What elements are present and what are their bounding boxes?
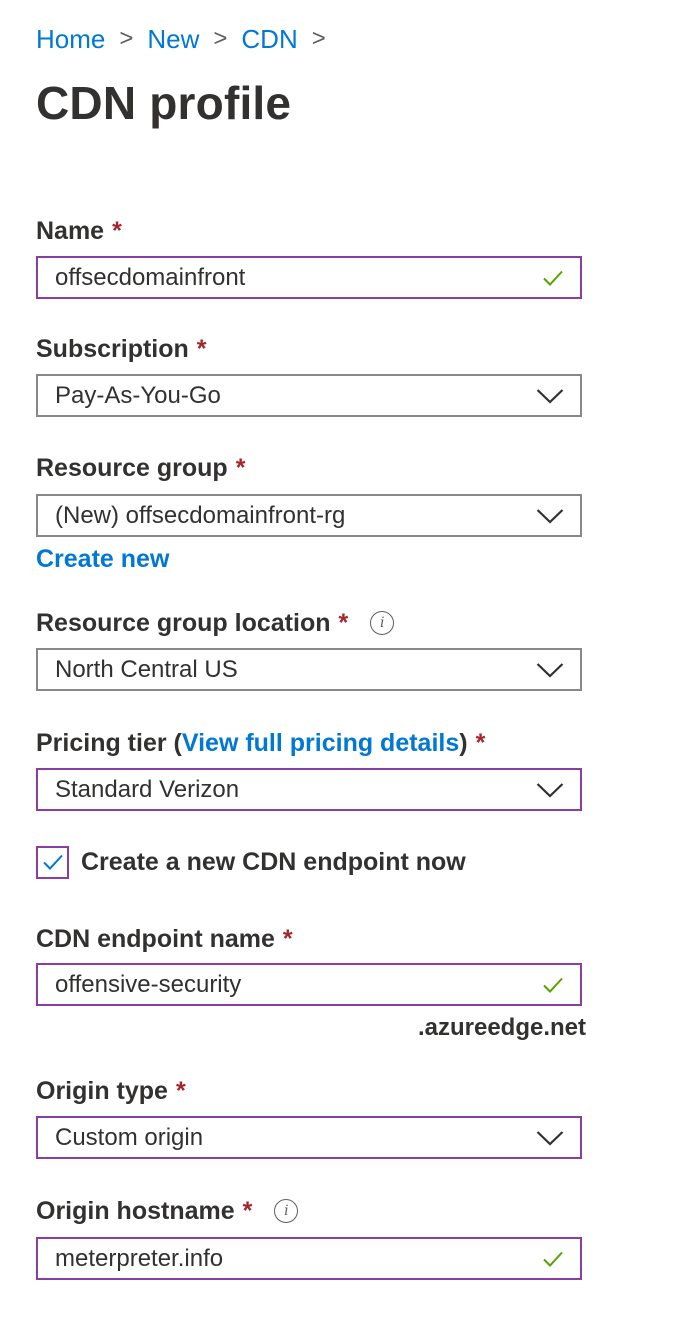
endpoint-name-input[interactable]: offensive-security [36,963,582,1006]
breadcrumb-cdn[interactable]: CDN [241,24,297,55]
page-title: CDN profile [36,77,292,129]
view-pricing-details-link[interactable]: View full pricing details [182,729,459,758]
resource-group-label-text: Resource group [36,453,228,482]
name-input[interactable]: offsecdomainfront [36,256,582,299]
required-marker: * [175,1076,186,1105]
required-marker: * [282,924,293,953]
chevron-down-icon [536,662,564,678]
origin-type-dropdown[interactable]: Custom origin [36,1116,582,1159]
chevron-down-icon [536,388,564,404]
origin-hostname-label: Origin hostname * i [36,1195,299,1227]
origin-hostname-value: meterpreter.info [55,1244,224,1272]
subscription-label-text: Subscription [36,334,189,363]
origin-hostname-input[interactable]: meterpreter.info [36,1237,582,1280]
breadcrumb-new[interactable]: New [147,24,199,55]
origin-type-label-text: Origin type [36,1076,168,1105]
pricing-tier-label: Pricing tier ( View full pricing details… [36,727,485,759]
chevron-down-icon [536,782,564,798]
required-marker: * [235,453,246,482]
name-input-value: offsecdomainfront [55,263,246,291]
endpoint-name-label-text: CDN endpoint name [36,924,275,953]
pricing-tier-label-prefix: Pricing tier ( [36,728,182,757]
create-endpoint-checkbox[interactable] [36,845,69,879]
info-icon[interactable]: i [370,611,395,635]
required-marker: * [475,728,486,757]
required-marker: * [338,608,349,637]
create-endpoint-checkbox-row[interactable]: Create a new CDN endpoint now [36,845,466,879]
endpoint-name-label: CDN endpoint name * [36,923,293,955]
name-label-text: Name [36,216,105,245]
origin-type-value: Custom origin [55,1123,204,1151]
resource-group-location-label-text: Resource group location [36,608,331,637]
resource-group-label: Resource group * [36,452,245,484]
breadcrumb: Home > New > CDN > [36,22,340,56]
required-marker: * [196,334,207,363]
resource-group-location-label: Resource group location * i [36,607,395,639]
checkmark-icon [543,1251,563,1267]
create-new-resource-group-link[interactable]: Create new [36,545,169,574]
info-icon[interactable]: i [274,1199,299,1223]
checkmark-icon [543,270,563,286]
endpoint-domain-suffix: .azureedge.net [417,1014,586,1041]
chevron-down-icon [536,508,564,524]
subscription-label: Subscription * [36,333,207,365]
resource-group-location-value: North Central US [55,655,238,683]
origin-hostname-label-text: Origin hostname [36,1196,235,1225]
chevron-down-icon [536,1130,564,1146]
resource-group-location-dropdown[interactable]: North Central US [36,648,582,691]
subscription-dropdown[interactable]: Pay-As-You-Go [36,374,582,417]
origin-type-label: Origin type * [36,1075,186,1107]
resource-group-dropdown[interactable]: (New) offsecdomainfront-rg [36,494,582,537]
required-marker: * [112,216,122,245]
checkmark-icon [543,977,563,993]
create-endpoint-label[interactable]: Create a new CDN endpoint now [81,848,466,877]
endpoint-name-value: offensive-security [55,970,242,998]
checkmark-icon [42,854,63,870]
chevron-right-icon: > [213,25,228,52]
resource-group-value: (New) offsecdomainfront-rg [55,501,346,529]
chevron-right-icon: > [119,25,134,52]
breadcrumb-home[interactable]: Home [36,24,105,55]
pricing-tier-value: Standard Verizon [55,775,240,803]
subscription-value: Pay-As-You-Go [55,381,221,409]
required-marker: * [242,1196,253,1225]
pricing-tier-label-suffix: ) [459,728,468,757]
name-label: Name * [36,215,122,247]
chevron-right-icon: > [311,25,326,52]
pricing-tier-dropdown[interactable]: Standard Verizon [36,768,582,811]
